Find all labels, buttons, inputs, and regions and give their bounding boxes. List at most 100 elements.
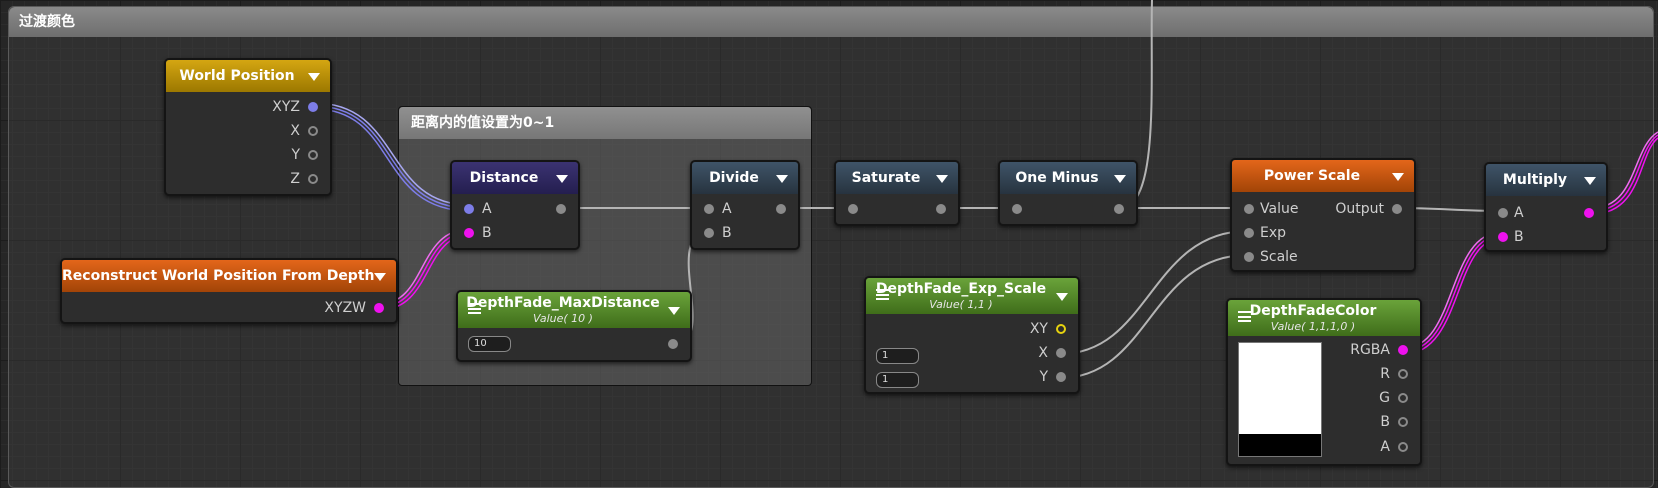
node-header[interactable]: DepthFade_MaxDistance Value( 10 ) — [458, 292, 690, 328]
value-field[interactable]: 10 — [468, 336, 511, 352]
dropdown-arrow-icon[interactable] — [556, 175, 568, 183]
node-header[interactable]: Multiply — [1486, 164, 1606, 196]
port-xy[interactable] — [1056, 324, 1066, 334]
port-a[interactable] — [1398, 442, 1408, 452]
port-label-z: Z — [290, 171, 300, 187]
port-label-xy: XY — [1029, 321, 1048, 337]
port-xyz[interactable] — [308, 102, 318, 112]
port-output[interactable] — [776, 204, 786, 214]
node-title: Multiply — [1502, 172, 1568, 188]
port-label-scale: Scale — [1260, 249, 1298, 265]
dropdown-arrow-icon[interactable] — [1056, 293, 1068, 301]
node-saturate[interactable]: Saturate — [834, 160, 960, 226]
port-r[interactable] — [1398, 369, 1408, 379]
node-power-scale[interactable]: Power Scale Value Exp Scale Output — [1230, 158, 1416, 272]
port-label-y: Y — [291, 147, 300, 163]
node-title: DepthFade_MaxDistance — [466, 295, 660, 311]
port-b[interactable] — [1398, 417, 1408, 427]
node-header[interactable]: One Minus — [1000, 162, 1136, 194]
port-label-x: X — [290, 123, 300, 139]
port-exp[interactable] — [1244, 228, 1254, 238]
port-output[interactable] — [1114, 204, 1124, 214]
dropdown-arrow-icon[interactable] — [1392, 173, 1404, 181]
node-title: World Position — [179, 68, 295, 84]
port-output[interactable] — [1584, 208, 1594, 218]
node-distance[interactable]: Distance A B — [450, 160, 580, 250]
node-title: DepthFade_Exp_Scale — [875, 281, 1047, 297]
node-header[interactable]: Divide — [692, 162, 798, 194]
node-reconstruct-world-position[interactable]: Reconstruct World Position From Depth XY… — [60, 258, 398, 324]
node-one-minus[interactable]: One Minus — [998, 160, 1138, 226]
node-title: One Minus — [1015, 170, 1099, 186]
node-divide[interactable]: Divide A B — [690, 160, 800, 250]
port-label-a: A — [1380, 439, 1390, 455]
port-label-y: Y — [1039, 369, 1048, 385]
port-rgba[interactable] — [1398, 345, 1408, 355]
node-depthfade-color[interactable]: DepthFadeColor Value( 1,1,1,0 ) RGBA R G… — [1226, 298, 1422, 466]
port-b[interactable] — [704, 228, 714, 238]
port-b[interactable] — [1498, 232, 1508, 242]
port-y[interactable] — [1056, 372, 1066, 382]
port-x[interactable] — [1056, 348, 1066, 358]
node-multiply[interactable]: Multiply A B — [1484, 162, 1608, 252]
port-a[interactable] — [464, 204, 474, 214]
port-label-a: A — [482, 201, 492, 217]
node-subtitle: Value( 1,1 ) — [929, 298, 993, 311]
node-header[interactable]: World Position — [166, 60, 330, 92]
menu-icon[interactable] — [1238, 311, 1251, 322]
port-g[interactable] — [1398, 393, 1408, 403]
dropdown-arrow-icon[interactable] — [776, 175, 788, 183]
node-header[interactable]: Distance — [452, 162, 578, 194]
node-header[interactable]: Reconstruct World Position From Depth — [62, 260, 396, 292]
port-a[interactable] — [704, 204, 714, 214]
alpha-swatch — [1238, 434, 1322, 457]
dropdown-arrow-icon[interactable] — [668, 307, 680, 315]
dropdown-arrow-icon[interactable] — [308, 73, 320, 81]
port-x[interactable] — [308, 126, 318, 136]
node-title: Divide — [709, 170, 759, 186]
group-title[interactable]: 距离内的值设置为0~1 — [399, 107, 811, 139]
menu-icon[interactable] — [468, 303, 481, 314]
port-label-exp: Exp — [1260, 225, 1287, 241]
port-output[interactable] — [936, 204, 946, 214]
port-output[interactable] — [668, 339, 678, 349]
port-label-value: Value — [1260, 201, 1299, 217]
node-title: Distance — [469, 170, 539, 186]
node-header[interactable]: DepthFade_Exp_Scale Value( 1,1 ) — [866, 278, 1078, 314]
port-b[interactable] — [464, 228, 474, 238]
port-output[interactable] — [556, 204, 566, 214]
node-title: Saturate — [851, 170, 921, 186]
node-subtitle: Value( 10 ) — [533, 312, 593, 325]
node-header[interactable]: DepthFadeColor Value( 1,1,1,0 ) — [1228, 300, 1420, 336]
node-title: Reconstruct World Position From Depth — [62, 268, 375, 284]
dropdown-arrow-icon[interactable] — [936, 175, 948, 183]
node-header[interactable]: Power Scale — [1232, 160, 1414, 192]
port-input[interactable] — [1012, 204, 1022, 214]
port-label-a: A — [722, 201, 732, 217]
port-value[interactable] — [1244, 204, 1254, 214]
group-title[interactable]: 过渡颜色 — [9, 7, 1653, 37]
node-header[interactable]: Saturate — [836, 162, 958, 194]
value-field-y[interactable]: 1 — [876, 372, 919, 388]
port-output[interactable] — [1392, 204, 1402, 214]
port-label-b: B — [482, 225, 492, 241]
value-field-x[interactable]: 1 — [876, 348, 919, 364]
node-depthfade-exp-scale[interactable]: DepthFade_Exp_Scale Value( 1,1 ) XY 1 X … — [864, 276, 1080, 394]
node-world-position[interactable]: World Position XYZ X Y Z — [164, 58, 332, 196]
menu-icon[interactable] — [876, 289, 889, 300]
port-label-b: B — [1380, 414, 1390, 430]
port-input[interactable] — [848, 204, 858, 214]
port-xyzw[interactable] — [374, 303, 384, 313]
color-swatch[interactable] — [1238, 342, 1322, 435]
node-subtitle: Value( 1,1,1,0 ) — [1270, 320, 1356, 333]
node-title: DepthFadeColor — [1249, 303, 1377, 319]
dropdown-arrow-icon[interactable] — [1584, 177, 1596, 185]
dropdown-arrow-icon[interactable] — [374, 273, 386, 281]
port-label-r: R — [1380, 366, 1390, 382]
port-y[interactable] — [308, 150, 318, 160]
node-depthfade-maxdistance[interactable]: DepthFade_MaxDistance Value( 10 ) 10 — [456, 290, 692, 362]
dropdown-arrow-icon[interactable] — [1114, 175, 1126, 183]
port-a[interactable] — [1498, 208, 1508, 218]
port-z[interactable] — [308, 174, 318, 184]
port-scale[interactable] — [1244, 252, 1254, 262]
